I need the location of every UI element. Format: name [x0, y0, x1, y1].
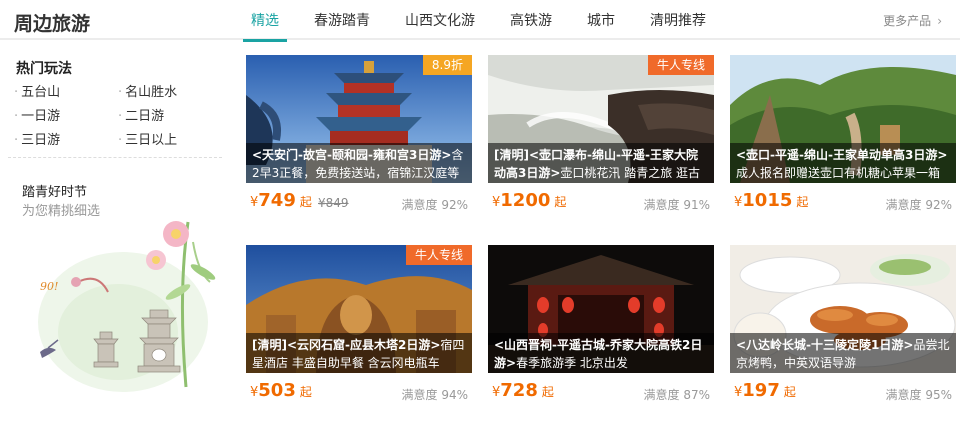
- product-description: 成人报名即赠送壶口有机糖心苹果一箱: [736, 166, 941, 180]
- satisfaction-rate: 满意度 92%: [401, 198, 469, 212]
- sidebar-link-over-three-day[interactable]: · 三日以上: [118, 130, 214, 151]
- product-caption[interactable]: <八达岭长城-十三陵定陵1日游>品尝北京烤鸭，中英双语导游: [730, 333, 956, 373]
- price: ¥749 起: [250, 190, 312, 211]
- product-card[interactable]: <壶口-平遥-绵山-王家单动单高3日游> 成人报名即赠送壶口有机糖心苹果一箱 ¥1…: [730, 55, 956, 215]
- sidebar-link-two-day[interactable]: · 二日游: [118, 106, 214, 127]
- promo-illustration[interactable]: 90!: [28, 212, 228, 402]
- price: ¥728 起: [492, 380, 554, 401]
- more-products-label: 更多产品: [883, 14, 932, 28]
- product-caption[interactable]: <壶口-平遥-绵山-王家单动单高3日游> 成人报名即赠送壶口有机糖心苹果一箱: [730, 143, 956, 183]
- product-card[interactable]: 牛人专线 [清明]<壶口瀑布-绵山-平遥-王家大院动高3日游>壶口桃花汛 踏青之…: [488, 55, 714, 215]
- product-title: <天安门-故宫-颐和园-雍和宫3日游>: [252, 148, 452, 162]
- price-value: 1200: [500, 190, 551, 211]
- satisfaction-rate: 满意度 91%: [643, 198, 711, 212]
- section-title: 周边旅游: [14, 13, 91, 35]
- section-header: 周边旅游 精选 春游踏青 山西文化游 高铁游 城市 清明推荐 更多产品 ›: [0, 0, 960, 42]
- promo-title: 踏青好时节: [22, 185, 88, 200]
- product-title: <壶口-平遥-绵山-王家单动单高3日游>: [736, 148, 948, 162]
- product-card[interactable]: <山西晋祠-平遥古城-乔家大院高铁2日游>春季旅游季 北京出发 ¥728 起 满意…: [488, 245, 714, 405]
- tab-city[interactable]: 城市: [575, 0, 627, 40]
- price-row: ¥1200 起 满意度 91%: [488, 189, 714, 215]
- product-card[interactable]: <八达岭长城-十三陵定陵1日游>品尝北京烤鸭，中英双语导游 ¥197 起 满意度 …: [730, 245, 956, 405]
- product-card[interactable]: 牛人专线 [清明]<云冈石窟-应县木塔2日游>宿四星酒店 丰盛自助早餐 含云冈电…: [246, 245, 472, 405]
- price-row: ¥749 起 ¥849 满意度 92%: [246, 189, 472, 215]
- price-row: ¥728 起 满意度 87%: [488, 379, 714, 405]
- satisfaction-rate: 满意度 92%: [885, 198, 953, 212]
- price-value: 197: [742, 380, 780, 401]
- price-value: 503: [258, 380, 296, 401]
- satisfaction-rate: 满意度 94%: [401, 388, 469, 402]
- special-route-badge: 牛人专线: [647, 55, 714, 75]
- tab-bar: 精选 春游踏青 山西文化游 高铁游 城市 清明推荐: [239, 0, 729, 42]
- sidebar-link-three-day[interactable]: · 三日游: [14, 130, 118, 151]
- tab-shanxi-culture[interactable]: 山西文化游: [393, 0, 487, 40]
- sidebar-link-wutaishan[interactable]: · 五台山: [14, 82, 118, 103]
- sidebar-divider: [8, 157, 222, 158]
- price-value: 749: [258, 190, 296, 211]
- special-route-badge: 牛人专线: [405, 245, 472, 265]
- product-caption[interactable]: <天安门-故宫-颐和园-雍和宫3日游>含2早3正餐，免费接送站，宿锦江汉庭等品: [246, 143, 472, 183]
- hot-topics-title: 热门玩法: [16, 61, 72, 77]
- price-value: 728: [500, 380, 538, 401]
- satisfaction-rate: 满意度 95%: [885, 388, 953, 402]
- discount-badge: 8.9折: [422, 55, 472, 75]
- product-caption[interactable]: [清明]<云冈石窟-应县木塔2日游>宿四星酒店 丰盛自助早餐 含云冈电瓶车: [246, 333, 472, 373]
- price: ¥1015 起: [734, 190, 809, 211]
- tab-spring-outing[interactable]: 春游踏青: [302, 0, 382, 40]
- chevron-right-icon: ›: [937, 14, 942, 28]
- price-row: ¥503 起 满意度 94%: [246, 379, 472, 405]
- price-value: 1015: [742, 190, 793, 211]
- price: ¥197 起: [734, 380, 796, 401]
- original-price: ¥849: [318, 196, 349, 210]
- sidebar: 热门玩法 · 五台山 · 名山胜水 · 一日游 · 二日游 · 三日游 · 三日以上 踏青好…: [0, 44, 232, 437]
- price: ¥503 起: [250, 380, 312, 401]
- hot-topics-list: · 五台山 · 名山胜水 · 一日游 · 二日游 · 三日游 · 三日以上: [14, 82, 214, 151]
- price: ¥1200 起: [492, 190, 567, 211]
- product-description: 春季旅游季 北京出发: [516, 356, 628, 370]
- price-row: ¥197 起 满意度 95%: [730, 379, 956, 405]
- product-title: <八达岭长城-十三陵定陵1日游>: [736, 338, 914, 352]
- tab-high-speed-rail[interactable]: 高铁游: [498, 0, 564, 40]
- product-card[interactable]: 8.9折 <天安门-故宫-颐和园-雍和宫3日游>含2早3正餐，免费接送站，宿锦江…: [246, 55, 472, 215]
- product-title: [清明]<云冈石窟-应县木塔2日游>: [252, 338, 441, 352]
- price-row: ¥1015 起 满意度 92%: [730, 189, 956, 215]
- sidebar-link-one-day[interactable]: · 一日游: [14, 106, 118, 127]
- more-products-link[interactable]: 更多产品 ›: [883, 12, 942, 29]
- tab-featured[interactable]: 精选: [239, 0, 291, 42]
- sidebar-link-mountains[interactable]: · 名山胜水: [118, 82, 214, 103]
- product-caption[interactable]: [清明]<壶口瀑布-绵山-平遥-王家大院动高3日游>壶口桃花汛 踏青之旅 逛古城: [488, 143, 714, 183]
- satisfaction-rate: 满意度 87%: [643, 388, 711, 402]
- product-caption[interactable]: <山西晋祠-平遥古城-乔家大院高铁2日游>春季旅游季 北京出发: [488, 333, 714, 373]
- tab-qingming[interactable]: 清明推荐: [638, 0, 718, 40]
- promo-art-text: 90!: [40, 280, 58, 293]
